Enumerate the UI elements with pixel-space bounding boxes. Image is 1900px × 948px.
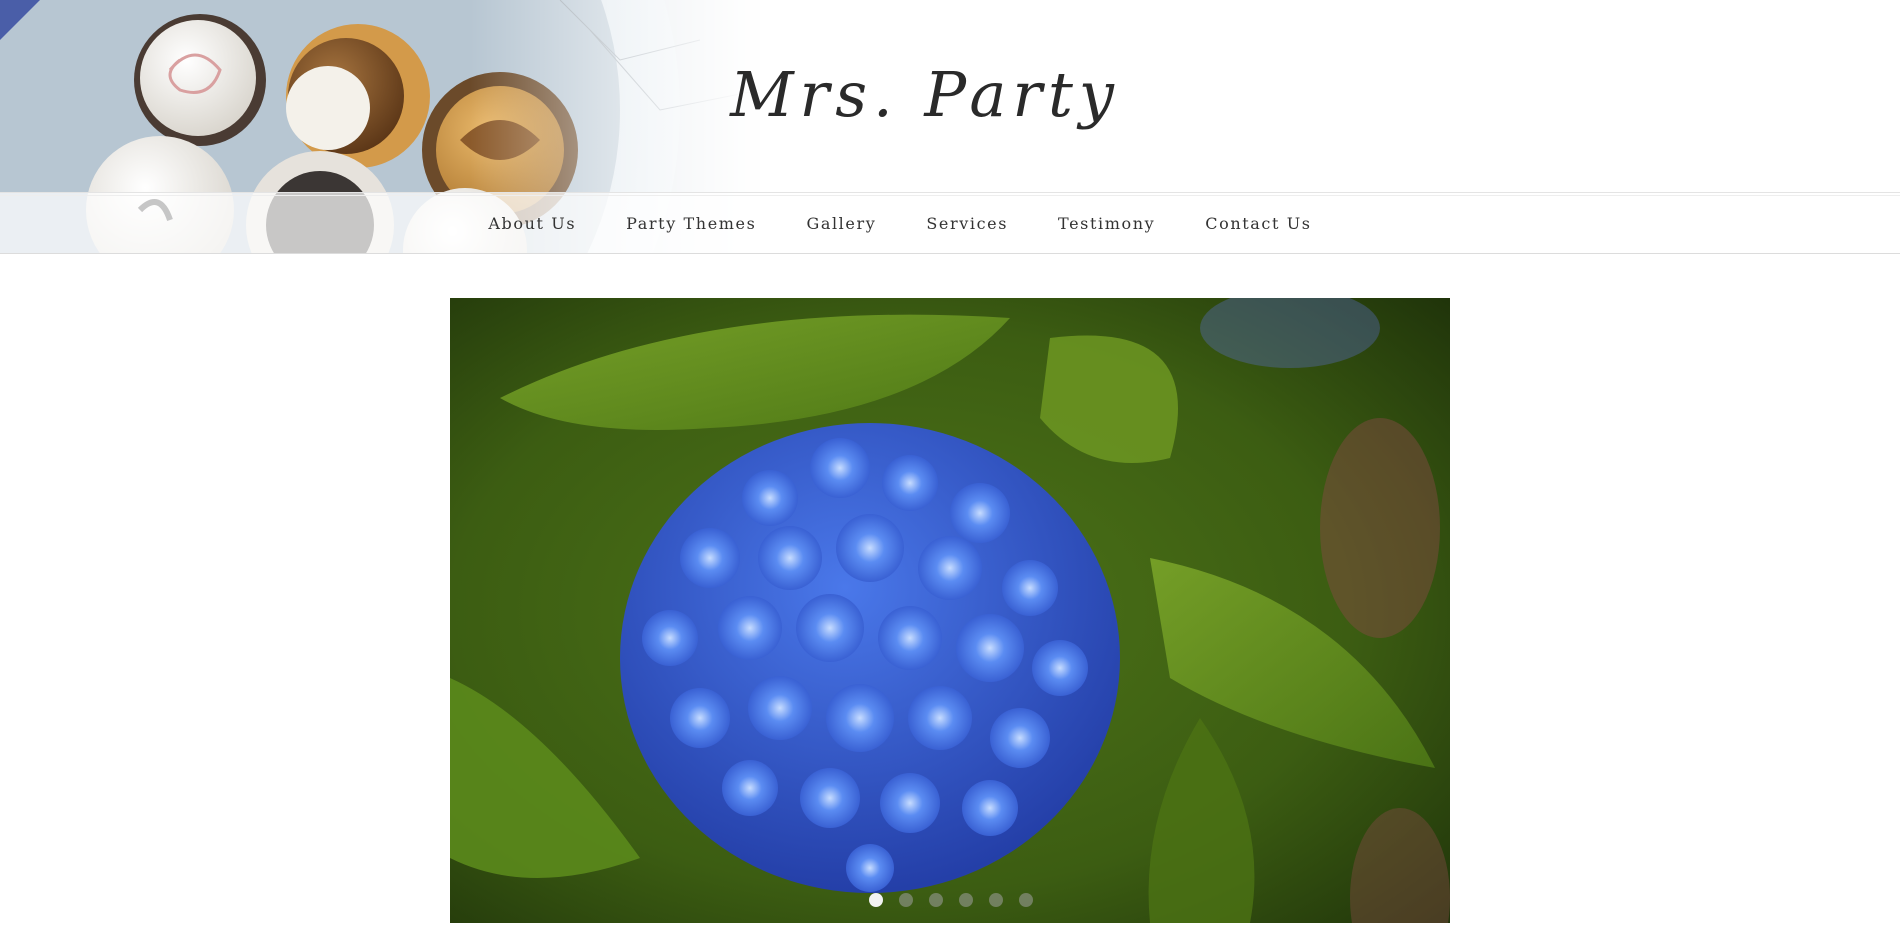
slide-hydrangea-image: [450, 298, 1450, 923]
slider-dot-3[interactable]: [929, 893, 943, 907]
main-navigation: About Us Party Themes Gallery Services T…: [0, 192, 1900, 254]
nav-item-contact-us: Contact Us: [1180, 214, 1336, 233]
nav-item-services: Services: [901, 214, 1033, 233]
nav-item-about-us: About Us: [463, 214, 601, 233]
site-title[interactable]: Mrs. Party: [0, 58, 1900, 131]
slider-dot-5[interactable]: [989, 893, 1003, 907]
nav-link-contact-us[interactable]: Contact Us: [1180, 214, 1336, 233]
nav-item-gallery: Gallery: [781, 214, 901, 233]
nav-link-testimony[interactable]: Testimony: [1033, 214, 1180, 233]
nav-link-about-us[interactable]: About Us: [463, 214, 601, 233]
nav-item-testimony: Testimony: [1033, 214, 1180, 233]
nav-link-gallery[interactable]: Gallery: [781, 214, 901, 233]
nav-link-services[interactable]: Services: [901, 214, 1033, 233]
site-title-text[interactable]: Mrs. Party: [730, 58, 1120, 131]
slider-dots: [869, 893, 1033, 907]
nav-item-party-themes: Party Themes: [601, 214, 781, 233]
nav-list: About Us Party Themes Gallery Services T…: [0, 193, 1900, 253]
slider-pagination: [450, 893, 1450, 907]
slider-dot-1[interactable]: [869, 893, 883, 907]
slider-dot-6[interactable]: [1019, 893, 1033, 907]
image-slider[interactable]: [450, 298, 1450, 923]
nav-link-party-themes[interactable]: Party Themes: [601, 214, 781, 233]
slider-dot-2[interactable]: [899, 893, 913, 907]
slider-dot-4[interactable]: [959, 893, 973, 907]
nav-items: About Us Party Themes Gallery Services T…: [463, 214, 1336, 233]
